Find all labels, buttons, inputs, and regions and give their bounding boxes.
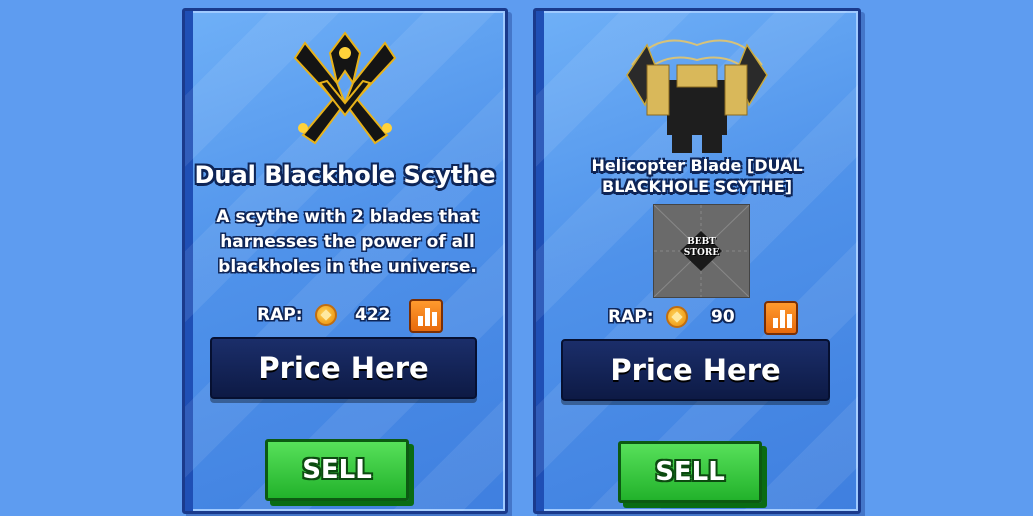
rap-value: 90 [711, 307, 735, 327]
item-title: Dual Blackhole Scythe [194, 161, 496, 189]
blackhole-scythe-icon [293, 31, 397, 145]
item-card-helicopter-blade: Helicopter Blade [DUAL BLACKHOLE SCYTHE]… [533, 8, 861, 514]
rap-chart-button[interactable] [409, 299, 443, 333]
robux-coin-icon [666, 306, 688, 328]
bar-chart-icon [418, 316, 423, 326]
item-title: Helicopter Blade [DUAL BLACKHOLE SCYTHE] [591, 156, 803, 196]
rap-value: 422 [355, 305, 391, 325]
robux-coin-icon [315, 304, 337, 326]
sell-button[interactable]: SELL [265, 439, 409, 501]
item-card-dual-blackhole-scythe: Dual Blackhole Scythe A scythe with 2 bl… [182, 8, 508, 514]
item-description: A scythe with 2 blades that harnesses th… [216, 207, 479, 277]
rap-row: RAP: 90 [536, 301, 858, 335]
store-logo-text: BEBT STORE [683, 237, 720, 258]
price-display: Price Here [210, 337, 477, 399]
rap-row: RAP: 422 [185, 299, 505, 333]
rap-label: RAP: [608, 307, 654, 327]
store-logo: BEBT STORE [653, 204, 750, 298]
rap-label: RAP: [257, 305, 303, 325]
price-display: Price Here [561, 339, 830, 401]
helicopter-blade-icon [626, 39, 768, 153]
bar-chart-icon [773, 318, 778, 328]
sell-button[interactable]: SELL [618, 441, 762, 503]
rap-chart-button[interactable] [764, 301, 798, 335]
